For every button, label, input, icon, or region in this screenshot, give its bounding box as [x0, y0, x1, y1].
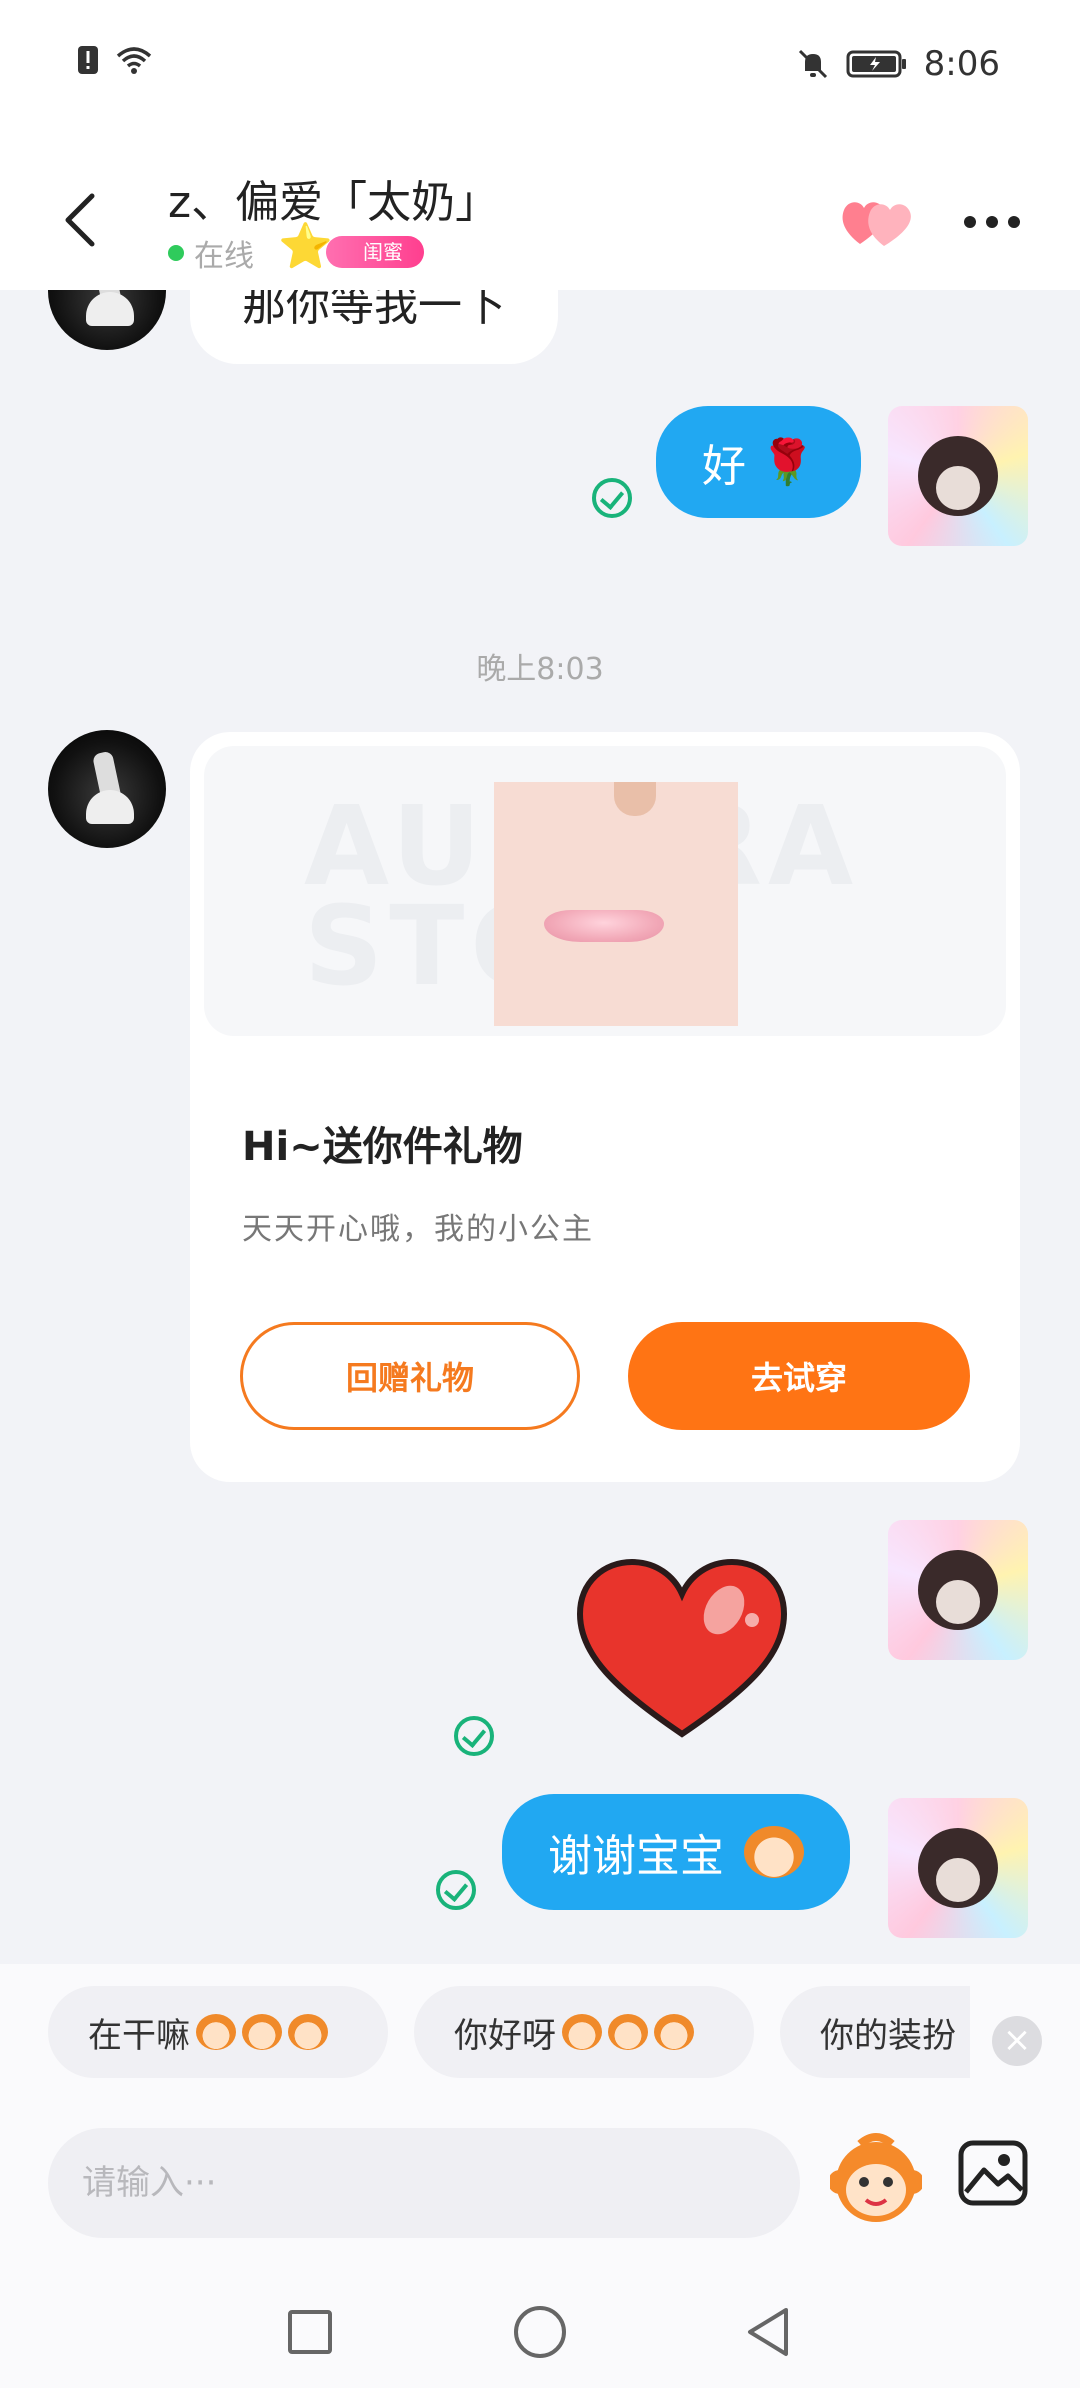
my-avatar[interactable] — [888, 406, 1028, 546]
contact-avatar[interactable] — [48, 290, 166, 350]
message-input[interactable] — [48, 2128, 800, 2238]
contact-avatar[interactable] — [48, 730, 166, 848]
quick-reply-text: 在干嘛 — [88, 2015, 190, 2056]
message-text: 谢谢宝宝 — [548, 1831, 724, 1882]
recents-button[interactable] — [288, 2310, 332, 2354]
relationship-badge-label: 闺蜜 — [326, 236, 424, 268]
alert-icon — [78, 46, 98, 74]
message-text: 好 — [702, 441, 746, 492]
monkey-grin-emoji-icon — [608, 2014, 648, 2050]
quick-reply-chip[interactable]: 在干嘛 — [48, 1986, 388, 2078]
status-time: 8:06 — [923, 44, 1000, 84]
system-nav-bar — [0, 2288, 1080, 2388]
read-check-icon — [592, 478, 632, 518]
online-status-text: 在线 — [194, 239, 254, 274]
my-avatar[interactable] — [888, 1798, 1028, 1938]
monkey-sticker-icon[interactable] — [830, 2128, 922, 2228]
gift-subtitle: 天天开心哦，我的小公主 — [242, 1212, 594, 1247]
monkey-grin-emoji-icon — [242, 2014, 282, 2050]
monkey-grin-emoji-icon — [562, 2014, 602, 2050]
relationship-badge[interactable]: ⭐ 闺蜜 — [278, 221, 428, 278]
message-timestamp: 晚上8:03 — [476, 652, 604, 687]
outgoing-message-bubble[interactable]: 好 🌹 — [656, 406, 861, 518]
quick-reply-text: 你好呀 — [454, 2015, 556, 2056]
gift-product-image[interactable] — [494, 782, 738, 1026]
quick-reply-chip[interactable]: 你的装扮 — [780, 1986, 970, 2078]
quick-reply-chip[interactable]: 你好呀 — [414, 1986, 754, 2078]
quick-reply-bar: 在干嘛 你好呀 你的装扮 × — [0, 1964, 1080, 2118]
gift-image-area: AURORA STORE — [204, 746, 1006, 1036]
dot-icon — [986, 216, 998, 228]
online-status-row: 在线 ⭐ 闺蜜 — [168, 221, 428, 278]
incoming-message-bubble[interactable]: 那你等我一下 — [190, 290, 558, 364]
home-button[interactable] — [514, 2306, 566, 2358]
system-back-icon[interactable] — [744, 2306, 792, 2358]
wifi-icon — [116, 47, 152, 74]
status-bar: 8:06 — [0, 0, 1080, 130]
rose-emoji-icon: 🌹 — [760, 437, 815, 488]
my-avatar[interactable] — [888, 1520, 1028, 1660]
monkey-grin-emoji-icon — [288, 2014, 328, 2050]
try-on-button[interactable]: 去试穿 — [628, 1322, 970, 1430]
read-check-icon — [436, 1870, 476, 1910]
monkey-grin-emoji-icon — [196, 2014, 236, 2050]
online-dot-icon — [168, 245, 184, 261]
back-arrow-icon[interactable] — [56, 190, 106, 250]
return-gift-button[interactable]: 回赠礼物 — [240, 1322, 580, 1430]
battery-icon — [846, 50, 906, 78]
outgoing-message-bubble[interactable]: 谢谢宝宝 — [502, 1794, 850, 1910]
mute-bell-icon — [798, 49, 827, 79]
hearts-icon[interactable] — [838, 194, 914, 250]
gift-title: Hi~送你件礼物 — [242, 1124, 523, 1170]
more-options-button[interactable] — [964, 216, 1024, 232]
dot-icon — [1008, 216, 1020, 228]
chat-message-list[interactable]: 那你等我一下 好 🌹 晚上8:03 AURORA STORE Hi~送你件礼物 … — [0, 290, 1080, 1964]
quick-reply-text: 你的装扮 — [820, 2015, 956, 2056]
contact-name[interactable]: z、偏爱「太奶」 — [168, 166, 499, 230]
read-check-icon — [454, 1716, 494, 1756]
message-text: 那你等我一下 — [242, 290, 506, 331]
star-icon: ⭐ — [278, 221, 333, 272]
monkey-kiss-emoji-icon — [744, 1826, 804, 1878]
image-picker-icon[interactable] — [958, 2140, 1028, 2206]
gift-card[interactable]: AURORA STORE Hi~送你件礼物 天天开心哦，我的小公主 回赠礼物 去… — [190, 732, 1020, 1482]
dot-icon — [964, 216, 976, 228]
close-quick-replies-icon[interactable]: × — [992, 2016, 1042, 2066]
red-heart-sticker[interactable] — [574, 1558, 790, 1742]
monkey-grin-emoji-icon — [654, 2014, 694, 2050]
input-bar — [0, 2118, 1080, 2288]
chat-header: z、偏爱「太奶」 在线 ⭐ 闺蜜 — [0, 130, 1080, 290]
